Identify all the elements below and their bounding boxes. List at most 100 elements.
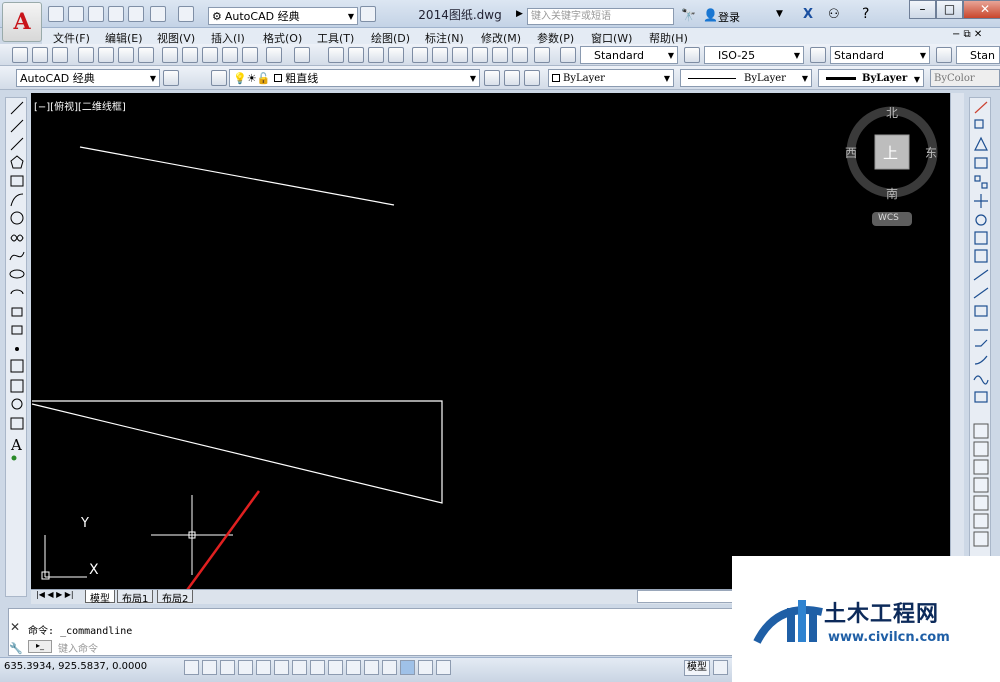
tab-layout2[interactable]: 布局2 <box>157 590 194 605</box>
table-style-icon[interactable] <box>810 47 826 63</box>
3d-osnap-icon[interactable] <box>292 660 307 675</box>
save-as-icon[interactable] <box>108 6 124 22</box>
search-expand-icon[interactable]: ▶ <box>516 9 523 19</box>
selection-cycling-icon[interactable] <box>418 660 433 675</box>
layer-select[interactable]: 💡 ☀ 🔓 粗直线 ▼ <box>229 69 480 87</box>
publish-icon[interactable] <box>118 47 134 63</box>
qat-dropdown-icon[interactable] <box>360 6 376 22</box>
pan-icon[interactable] <box>328 47 344 63</box>
communication-icon[interactable]: ⚇ <box>828 7 840 22</box>
polar-tracking-icon[interactable] <box>256 660 271 675</box>
drawing-canvas[interactable]: [−][俯视][二维线框] Y X 北 南 东 西 上 WCS <box>31 93 950 589</box>
multileader-style-icon[interactable] <box>936 47 952 63</box>
properties-icon[interactable] <box>412 47 428 63</box>
doc-window-controls[interactable]: − ⧉ ✕ <box>952 29 982 40</box>
object-snap-icon[interactable] <box>274 660 289 675</box>
coordinates-display[interactable]: 635.3934, 925.5837, 0.0000 <box>4 661 147 672</box>
command-prompt-icon[interactable]: ▸_ <box>28 640 52 653</box>
annotation-monitor-icon[interactable] <box>436 660 451 675</box>
grid-display-icon[interactable] <box>220 660 235 675</box>
plot-icon[interactable] <box>78 47 94 63</box>
paste-icon[interactable] <box>202 47 218 63</box>
help-icon[interactable]: ? <box>862 6 869 22</box>
open-file-icon[interactable] <box>68 6 84 22</box>
viewcube-east[interactable]: 东 <box>925 144 937 161</box>
design-center-icon[interactable] <box>432 47 448 63</box>
plot-preview-icon[interactable] <box>98 47 114 63</box>
search-input[interactable]: 键入关键字或短语 <box>527 8 674 25</box>
zoom-realtime-icon[interactable] <box>348 47 364 63</box>
ducs-icon[interactable] <box>328 660 343 675</box>
match-properties-icon[interactable] <box>222 47 238 63</box>
minimize-icon[interactable]: – <box>909 0 936 19</box>
layer-properties-icon[interactable] <box>211 70 227 86</box>
save-icon[interactable] <box>88 6 104 22</box>
maximize-icon[interactable]: □ <box>936 0 963 19</box>
wrench-icon[interactable]: 🔧 <box>9 642 23 655</box>
ortho-mode-icon[interactable] <box>238 660 253 675</box>
lineweight-toggle-icon[interactable] <box>364 660 379 675</box>
workspace-settings-icon[interactable] <box>163 70 179 86</box>
workspace-select-2[interactable]: AutoCAD 经典 ▼ <box>16 69 160 87</box>
model-space-button[interactable]: 模型 <box>684 660 710 676</box>
redo-icon[interactable] <box>178 6 194 22</box>
dim-style-select[interactable]: ISO-25 ▼ <box>704 46 804 64</box>
block-editor-icon[interactable] <box>242 47 258 63</box>
layer-state-icon[interactable] <box>524 70 540 86</box>
tab-nav-arrows[interactable]: |◀ ◀ ▶ ▶| <box>36 590 74 599</box>
tab-model[interactable]: 模型 <box>85 590 115 605</box>
application-menu-button[interactable]: A <box>2 2 42 42</box>
tool-palettes-icon[interactable] <box>452 47 468 63</box>
transparency-icon[interactable] <box>382 660 397 675</box>
redo-toolbar-icon[interactable] <box>294 47 310 63</box>
exchange-icon[interactable]: X <box>803 7 813 22</box>
qnew-icon[interactable] <box>12 47 28 63</box>
otrack-icon[interactable] <box>310 660 325 675</box>
lineweight-select[interactable]: ByLayer ▼ <box>818 69 924 87</box>
infer-constraints-icon[interactable] <box>184 660 199 675</box>
viewcube-north[interactable]: 北 <box>886 104 898 121</box>
color-select[interactable]: ByLayer ▼ <box>548 69 674 87</box>
snap-mode-icon[interactable] <box>202 660 217 675</box>
new-file-icon[interactable] <box>48 6 64 22</box>
viewcube-south[interactable]: 南 <box>886 185 898 202</box>
quick-view-layouts-icon[interactable] <box>713 660 728 675</box>
text-style-icon[interactable] <box>560 47 576 63</box>
layer-previous-icon[interactable] <box>504 70 520 86</box>
make-current-icon[interactable] <box>484 70 500 86</box>
vertical-scrollbar[interactable] <box>950 93 964 589</box>
calculator-icon[interactable] <box>512 47 528 63</box>
command-input[interactable]: 键入命令 <box>58 640 458 655</box>
login-button[interactable]: 登录 <box>718 9 740 25</box>
table-style-select[interactable]: Standard ▼ <box>830 46 930 64</box>
open-icon[interactable] <box>32 47 48 63</box>
close-icon[interactable]: ✕ <box>963 0 1000 19</box>
cut-icon[interactable] <box>162 47 178 63</box>
linetype-select[interactable]: ByLayer ▼ <box>680 69 812 87</box>
markup-icon[interactable] <box>492 47 508 63</box>
workspace-select[interactable]: ⚙ AutoCAD 经典 ▼ <box>208 7 358 25</box>
help-toolbar-icon[interactable] <box>534 47 550 63</box>
dim-style-icon[interactable] <box>684 47 700 63</box>
save-toolbar-icon[interactable] <box>52 47 68 63</box>
binoculars-icon[interactable]: 🔭 <box>681 8 696 22</box>
copy-icon[interactable] <box>182 47 198 63</box>
horizontal-scrollbar[interactable] <box>637 590 737 603</box>
viewcube-top-face[interactable]: 上 <box>883 142 898 163</box>
zoom-previous-icon[interactable] <box>388 47 404 63</box>
plotstyle-select[interactable]: ByColor <box>930 69 1000 87</box>
zoom-window-icon[interactable] <box>368 47 384 63</box>
undo-icon[interactable] <box>150 6 166 22</box>
3d-dwf-icon[interactable] <box>138 47 154 63</box>
wcs-menu[interactable]: WCS <box>878 213 899 223</box>
viewcube-west[interactable]: 西 <box>845 144 857 161</box>
text-style-select[interactable]: Standard ▼ <box>580 46 678 64</box>
command-close-icon[interactable]: ✕ <box>10 620 20 634</box>
quick-properties-icon[interactable] <box>400 660 415 675</box>
login-dropdown-icon[interactable]: ▼ <box>776 9 783 19</box>
multileader-style-select[interactable]: Stan <box>956 46 1000 64</box>
tab-layout1[interactable]: 布局1 <box>117 590 154 605</box>
print-icon[interactable] <box>128 6 144 22</box>
sheet-set-icon[interactable] <box>472 47 488 63</box>
dynamic-input-icon[interactable] <box>346 660 361 675</box>
